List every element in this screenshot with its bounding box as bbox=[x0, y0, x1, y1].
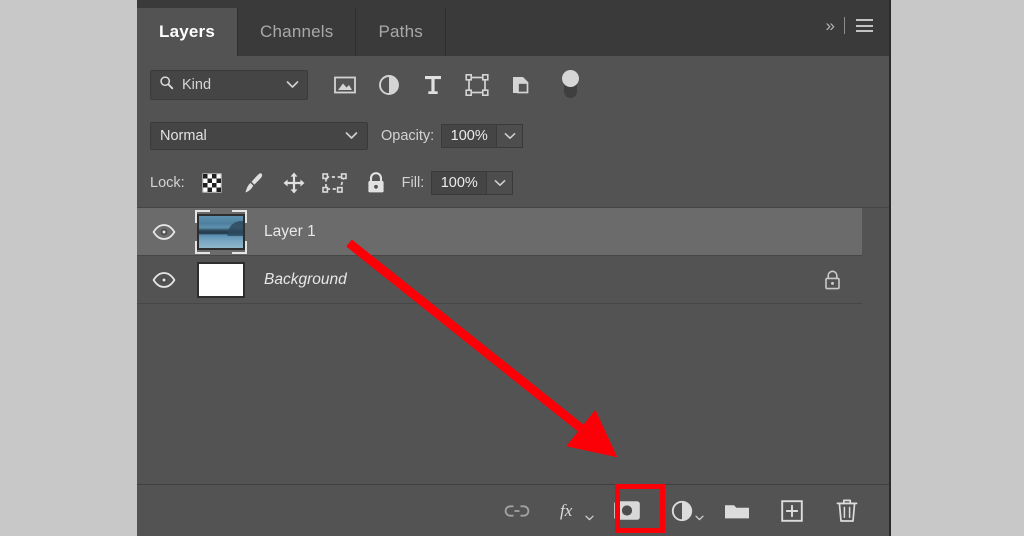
new-group-button[interactable] bbox=[721, 495, 753, 527]
panel-tab-bar: Layers Channels Paths » bbox=[137, 0, 889, 56]
tab-layers-label: Layers bbox=[159, 22, 216, 41]
delete-layer-button[interactable] bbox=[831, 495, 863, 527]
layer-list[interactable]: Layer 1 Background bbox=[137, 208, 889, 484]
panel-tab-bar-controls: » bbox=[826, 8, 889, 56]
new-layer-button[interactable] bbox=[776, 495, 808, 527]
fill-label: Fill: bbox=[401, 175, 425, 191]
new-adjustment-layer-button[interactable] bbox=[666, 495, 704, 527]
layer-name[interactable]: Layer 1 bbox=[252, 223, 802, 241]
table-row[interactable]: Layer 1 bbox=[137, 208, 862, 256]
add-layer-mask-button[interactable] bbox=[611, 495, 643, 527]
lock-row: Lock: Fill: 100% bbox=[137, 159, 889, 208]
search-icon bbox=[159, 75, 174, 95]
lock-position-icon[interactable] bbox=[281, 170, 307, 196]
layer-thumbnail-container[interactable] bbox=[190, 209, 252, 254]
chevron-down-icon bbox=[585, 508, 594, 526]
layer-visibility-toggle[interactable] bbox=[137, 271, 190, 288]
panel-menu-icon[interactable] bbox=[856, 19, 873, 32]
layer-style-button[interactable]: fx bbox=[556, 495, 594, 527]
tab-paths[interactable]: Paths bbox=[356, 8, 446, 56]
filter-pixel-layers-icon[interactable] bbox=[332, 72, 358, 98]
layer-type-filter-icons bbox=[332, 69, 579, 100]
filter-smart-object-icon[interactable] bbox=[508, 72, 534, 98]
filter-kind-select[interactable]: Kind bbox=[150, 69, 308, 100]
chevron-down-icon bbox=[345, 127, 358, 145]
blend-mode-select[interactable]: Normal bbox=[150, 122, 368, 150]
filter-kind-label: Kind bbox=[182, 76, 212, 93]
lock-label: Lock: bbox=[150, 175, 185, 191]
link-layers-button[interactable] bbox=[501, 495, 533, 527]
tab-layers[interactable]: Layers bbox=[137, 8, 239, 56]
fill-stepper[interactable] bbox=[487, 171, 514, 195]
blend-mode-row: Normal Opacity: 100% bbox=[137, 113, 889, 159]
photo-thumbnail bbox=[197, 213, 245, 250]
collapse-panels-icon[interactable]: » bbox=[826, 16, 836, 36]
lock-image-pixels-icon[interactable] bbox=[240, 170, 266, 196]
fill-input[interactable]: 100% bbox=[431, 171, 488, 195]
lock-transparent-pixels-icon[interactable] bbox=[199, 170, 225, 196]
svg-text:fx: fx bbox=[560, 501, 573, 520]
toggle-knob bbox=[562, 69, 579, 87]
filter-type-layers-icon[interactable] bbox=[420, 72, 446, 98]
blend-mode-value: Normal bbox=[160, 128, 207, 144]
tab-channels[interactable]: Channels bbox=[238, 8, 357, 56]
layer-lock-indicator[interactable] bbox=[802, 269, 862, 291]
chevron-down-icon bbox=[286, 76, 299, 94]
layer-filter-row: Kind bbox=[137, 56, 889, 113]
filter-shape-layers-icon[interactable] bbox=[464, 72, 490, 98]
layer-visibility-toggle[interactable] bbox=[137, 223, 190, 240]
layers-panel: Layers Channels Paths » Kind Normal Opac… bbox=[137, 0, 891, 536]
lock-buttons bbox=[199, 170, 389, 196]
layer-thumbnail-container[interactable] bbox=[190, 261, 252, 298]
lock-all-icon[interactable] bbox=[363, 170, 389, 196]
tab-bar-divider bbox=[844, 17, 845, 34]
tab-paths-label: Paths bbox=[378, 22, 423, 41]
opacity-stepper[interactable] bbox=[497, 124, 524, 148]
white-thumbnail bbox=[197, 261, 245, 298]
opacity-input[interactable]: 100% bbox=[441, 124, 498, 148]
layers-panel-bottom-toolbar: fx bbox=[137, 484, 889, 536]
layer-name[interactable]: Background bbox=[252, 271, 802, 289]
table-row[interactable]: Background bbox=[137, 256, 862, 304]
lock-artboard-nesting-icon[interactable] bbox=[321, 170, 348, 196]
chevron-down-icon bbox=[695, 508, 704, 526]
filter-enable-toggle[interactable] bbox=[562, 69, 579, 100]
tab-channels-label: Channels bbox=[260, 22, 334, 41]
filter-adjustment-layers-icon[interactable] bbox=[376, 72, 402, 98]
opacity-label: Opacity: bbox=[381, 128, 435, 144]
